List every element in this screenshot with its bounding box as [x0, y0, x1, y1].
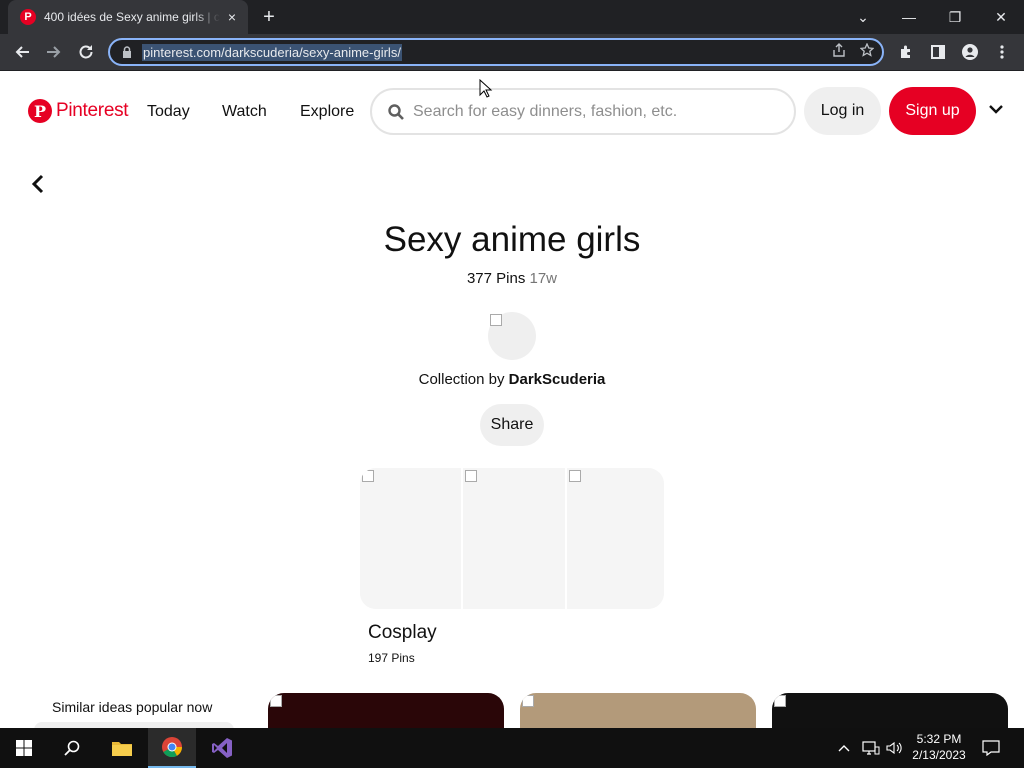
reload-icon[interactable]	[74, 40, 98, 64]
back-chevron-icon[interactable]	[26, 172, 52, 198]
section-cover-image	[461, 468, 565, 609]
url-text[interactable]: pinterest.com/darkscuderia/sexy-anime-gi…	[142, 43, 402, 61]
search-box[interactable]	[370, 88, 796, 135]
search-taskbar-icon[interactable]	[48, 728, 96, 768]
login-button[interactable]: Log in	[804, 87, 881, 135]
collection-by-line: Collection by DarkScuderia	[0, 371, 1024, 388]
new-tab-button[interactable]: +	[258, 6, 280, 28]
notifications-icon[interactable]	[982, 728, 1000, 768]
broken-image-icon	[522, 695, 534, 707]
taskbar-clock[interactable]: 5:32 PM 2/13/2023	[906, 731, 972, 763]
pinterest-logo-icon: P	[28, 99, 52, 123]
section-title[interactable]: Cosplay	[368, 622, 437, 644]
signup-button[interactable]: Sign up	[889, 87, 976, 135]
extensions-puzzle-icon[interactable]	[894, 40, 918, 64]
restore-button[interactable]: ❐	[932, 0, 978, 34]
search-icon	[388, 103, 404, 120]
broken-image-icon	[490, 314, 502, 326]
idea-card[interactable]	[520, 693, 756, 733]
tab-close-icon[interactable]: ×	[224, 9, 240, 25]
clock-date: 2/13/2023	[912, 748, 966, 762]
browser-tab-strip: P 400 idées de Sexy anime girls | cospla…	[0, 0, 1024, 34]
pinterest-logo[interactable]: P Pinterest	[28, 99, 129, 123]
section-cover-image	[360, 468, 461, 609]
browser-tab[interactable]: P 400 idées de Sexy anime girls | cospla…	[8, 0, 248, 34]
updated-ago: 17w	[529, 270, 558, 287]
pin-count: 377 Pins	[466, 270, 526, 287]
windows-taskbar: 5:32 PM 2/13/2023	[0, 728, 1024, 768]
file-explorer-icon[interactable]	[98, 728, 146, 768]
chevron-down-icon[interactable]	[986, 101, 1006, 121]
volume-icon[interactable]	[886, 728, 904, 768]
pinterest-header: P Pinterest Today Watch Explore Log in S…	[0, 71, 1024, 153]
profile-avatar-icon[interactable]	[958, 40, 982, 64]
window-close-button[interactable]: ✕	[978, 0, 1024, 34]
broken-image-icon	[465, 470, 477, 482]
bookmark-star-icon[interactable]	[859, 42, 875, 60]
broken-image-icon	[362, 470, 374, 482]
pinterest-favicon-icon: P	[20, 9, 36, 25]
windows-start-icon[interactable]	[0, 728, 48, 768]
broken-image-icon	[569, 470, 581, 482]
tray-overflow-icon[interactable]	[838, 728, 850, 768]
section-pin-count: 197 Pins	[368, 651, 415, 665]
broken-image-icon	[270, 695, 282, 707]
clock-time: 5:32 PM	[916, 732, 962, 746]
side-panel-icon[interactable]	[926, 40, 950, 64]
chrome-menu-icon[interactable]	[990, 40, 1014, 64]
broken-image-icon	[774, 695, 786, 707]
search-input[interactable]	[413, 102, 773, 121]
minimize-button[interactable]: —	[886, 0, 932, 34]
network-icon[interactable]	[862, 728, 880, 768]
nav-watch[interactable]: Watch	[222, 103, 267, 121]
idea-card[interactable]	[772, 693, 1008, 733]
owner-avatar[interactable]	[488, 312, 536, 360]
share-page-icon[interactable]	[832, 43, 846, 60]
forward-arrow-icon[interactable]	[42, 40, 66, 64]
share-button[interactable]: Share	[480, 404, 544, 446]
chrome-taskbar-icon[interactable]	[148, 728, 196, 768]
section-cover-image	[565, 468, 664, 609]
mouse-cursor-icon	[479, 79, 493, 98]
owner-name-link[interactable]: DarkScuderia	[509, 371, 606, 388]
tab-title: 400 idées de Sexy anime girls | cosplay	[44, 10, 220, 24]
address-bar[interactable]: pinterest.com/darkscuderia/sexy-anime-gi…	[108, 38, 884, 66]
browser-toolbar: pinterest.com/darkscuderia/sexy-anime-gi…	[0, 34, 1024, 71]
visual-studio-icon[interactable]	[198, 728, 246, 768]
idea-card[interactable]	[268, 693, 504, 733]
tab-search-button[interactable]: ⌄	[840, 0, 886, 34]
section-cover[interactable]	[360, 468, 664, 609]
collection-prefix: Collection by	[418, 371, 505, 388]
board-meta: 377 Pins 17w	[0, 270, 1024, 287]
lock-icon	[122, 46, 132, 58]
board-title: Sexy anime girls	[383, 220, 641, 259]
similar-ideas-heading: Similar ideas popular now	[52, 699, 213, 715]
nav-today[interactable]: Today	[147, 103, 190, 121]
nav-explore[interactable]: Explore	[300, 103, 354, 121]
logo-wordmark: Pinterest	[56, 100, 129, 121]
screen: P 400 idées de Sexy anime girls | cospla…	[0, 0, 1024, 768]
back-arrow-icon[interactable]	[10, 40, 34, 64]
